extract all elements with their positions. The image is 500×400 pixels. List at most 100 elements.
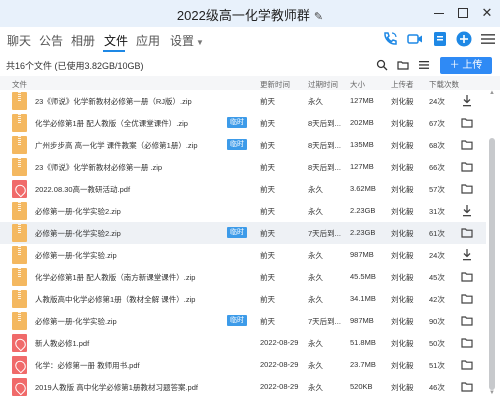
file-row[interactable]: 人教版高中化学必修第1册（教材全解 课件）.zip 前天 永久 34.1MB 刘化毅 42… — [0, 288, 486, 310]
file-download-count: 46次 — [429, 383, 445, 392]
file-download-count: 68次 — [429, 141, 445, 150]
file-row[interactable]: 2019人教版 高中化学必修第1册教材习题答案.pdf 2022-08-29 永久 5… — [0, 376, 486, 398]
file-updated-time: 前天 — [260, 207, 275, 216]
file-row[interactable]: 必修第一册-化学实验2.zip 临时 前天 7天后到... 2.23GB 刘化毅 61次 — [0, 222, 486, 244]
column-header-expiry[interactable]: 过期时间 — [308, 79, 338, 90]
add-icon[interactable] — [455, 30, 473, 48]
open-folder-icon[interactable] — [461, 116, 473, 129]
tab-announcement[interactable]: 公告 — [39, 32, 63, 49]
scroll-up-icon[interactable]: ▲ — [488, 90, 496, 96]
column-header-uploader[interactable]: 上传者 — [391, 79, 414, 90]
search-icon[interactable] — [376, 59, 388, 71]
file-size: 45.5MB — [350, 272, 376, 281]
file-name[interactable]: 2019人教版 高中化学必修第1册教材习题答案.pdf — [35, 382, 198, 393]
file-size: 34.1MB — [350, 294, 376, 303]
column-header-size[interactable]: 大小 — [350, 79, 365, 90]
file-expiry-time: 7天后到... — [308, 317, 341, 326]
pdf-file-icon — [12, 334, 27, 352]
file-size: 51.8MB — [350, 338, 376, 347]
file-name[interactable]: 化学：必修第一册 教师用书.pdf — [35, 360, 140, 371]
upload-button[interactable]: ＋ 上传 — [440, 57, 492, 74]
file-name[interactable]: 化学必修第1册 配人教版（全优课堂课件）.zip — [35, 118, 188, 129]
file-name[interactable]: 广州步步高 高一化学 课件教案（必修第1册）.zip — [35, 140, 198, 151]
file-list-scrollbar[interactable]: ▲ ▼ — [487, 90, 497, 396]
more-icon[interactable] — [479, 30, 497, 48]
file-row[interactable]: 化学必修第1册 配人教版（全优课堂课件）.zip 临时 前天 8天后到... 202MB… — [0, 112, 486, 134]
file-name[interactable]: 23《师说》化学新教材必修第一册 .zip — [35, 162, 162, 173]
file-size: 2.23GB — [350, 228, 376, 237]
file-row[interactable]: 化学：必修第一册 教师用书.pdf 2022-08-29 永久 23.7MB 刘化毅 51… — [0, 354, 486, 376]
homework-icon[interactable] — [431, 30, 449, 48]
open-folder-icon[interactable] — [461, 226, 473, 239]
zip-file-icon — [12, 290, 27, 308]
phone-call-icon[interactable] — [381, 30, 399, 48]
maximize-button[interactable] — [454, 4, 472, 22]
file-row[interactable]: 23《师说》化学新教材必修第一册（RJ版）.zip 前天 永久 127MB 刘化毅 24次 — [0, 90, 486, 112]
file-row[interactable]: 化学必修第1册 配人教版（南方新课堂课件）.zip 前天 永久 45.5MB 刘化毅 45… — [0, 266, 486, 288]
file-updated-time: 2022-08-29 — [260, 382, 299, 391]
file-row[interactable]: 23《师说》化学新教材必修第一册 .zip 前天 8天后到... 127MB 刘化毅 66… — [0, 156, 486, 178]
edit-icon[interactable]: ✎ — [314, 10, 323, 23]
open-folder-icon[interactable] — [461, 270, 473, 283]
file-name[interactable]: 新人教必修1.pdf — [35, 338, 89, 349]
file-row[interactable]: 新人教必修1.pdf 2022-08-29 永久 51.8MB 刘化毅 50次 — [0, 332, 486, 354]
open-folder-icon[interactable] — [461, 314, 473, 327]
file-name[interactable]: 必修第一册-化学实验.zip — [35, 316, 117, 327]
temporary-tag: 临时 — [227, 315, 247, 326]
file-row[interactable]: 2022.08.30高一教研活动.pdf 前天 永久 3.62MB 刘化毅 57次 — [0, 178, 486, 200]
column-header-updated[interactable]: 更新时间 — [260, 79, 290, 90]
file-uploader: 刘化毅 — [391, 339, 414, 348]
column-header-downloads[interactable]: 下载次数 — [429, 79, 459, 90]
file-uploader: 刘化毅 — [391, 119, 414, 128]
file-name[interactable]: 必修第一册-化学实验2.zip — [35, 206, 121, 217]
minimize-button[interactable] — [430, 4, 448, 22]
list-view-icon[interactable] — [418, 59, 430, 71]
file-uploader: 刘化毅 — [391, 251, 414, 260]
download-icon[interactable] — [461, 204, 473, 217]
file-row[interactable]: 广州步步高 高一化学 课件教案（必修第1册）.zip 临时 前天 8天后到... 135… — [0, 134, 486, 156]
zip-file-icon — [12, 202, 27, 220]
zip-file-icon — [12, 268, 27, 286]
file-row[interactable]: 必修第一册-化学实验2.zip 前天 永久 2.23GB 刘化毅 31次 — [0, 200, 486, 222]
zip-file-icon — [12, 114, 27, 132]
file-name[interactable]: 化学必修第1册 配人教版（南方新课堂课件）.zip — [35, 272, 195, 283]
file-uploader: 刘化毅 — [391, 383, 414, 392]
open-folder-icon[interactable] — [461, 336, 473, 349]
close-button[interactable]: ✕ — [478, 4, 496, 22]
video-call-icon[interactable] — [406, 30, 424, 48]
tab-apps[interactable]: 应用 — [136, 32, 160, 49]
tab-album[interactable]: 相册 — [71, 32, 95, 49]
file-name[interactable]: 2022.08.30高一教研活动.pdf — [35, 184, 130, 195]
tab-files[interactable]: 文件 — [104, 32, 128, 49]
download-icon[interactable] — [461, 94, 473, 107]
file-uploader: 刘化毅 — [391, 317, 414, 326]
pdf-file-icon — [12, 378, 27, 396]
tab-settings[interactable]: 设置 ▼ — [170, 32, 204, 49]
file-uploader: 刘化毅 — [391, 361, 414, 370]
open-folder-icon[interactable] — [461, 182, 473, 195]
open-folder-icon[interactable] — [461, 292, 473, 305]
file-row[interactable]: 必修第一册-化学实验.zip 临时 前天 7天后到... 987MB 刘化毅 90次 — [0, 310, 486, 332]
zip-file-icon — [12, 246, 27, 264]
file-name[interactable]: 必修第一册-化学实验2.zip — [35, 228, 121, 239]
scrollbar-thumb[interactable] — [489, 138, 495, 390]
file-row[interactable]: 必修第一册-化学实验.zip 前天 永久 987MB 刘化毅 24次 — [0, 244, 486, 266]
file-uploader: 刘化毅 — [391, 273, 414, 282]
download-icon[interactable] — [461, 248, 473, 261]
scroll-down-icon[interactable]: ▼ — [488, 390, 496, 396]
open-folder-icon[interactable] — [461, 160, 473, 173]
open-folder-icon[interactable] — [461, 380, 473, 393]
file-size: 2.23GB — [350, 206, 376, 215]
column-header-name[interactable]: 文件 — [12, 79, 27, 90]
open-folder-icon[interactable] — [461, 138, 473, 151]
file-uploader: 刘化毅 — [391, 207, 414, 216]
open-folder-icon[interactable] — [461, 358, 473, 371]
file-expiry-time: 永久 — [308, 97, 323, 106]
folder-icon[interactable] — [397, 59, 409, 71]
tab-chat[interactable]: 聊天 — [7, 32, 31, 49]
file-name[interactable]: 23《师说》化学新教材必修第一册（RJ版）.zip — [35, 96, 192, 107]
file-name[interactable]: 必修第一册-化学实验.zip — [35, 250, 117, 261]
file-updated-time: 前天 — [260, 163, 275, 172]
chevron-down-icon: ▼ — [196, 38, 204, 47]
file-name[interactable]: 人教版高中化学必修第1册（教材全解 课件）.zip — [35, 294, 195, 305]
